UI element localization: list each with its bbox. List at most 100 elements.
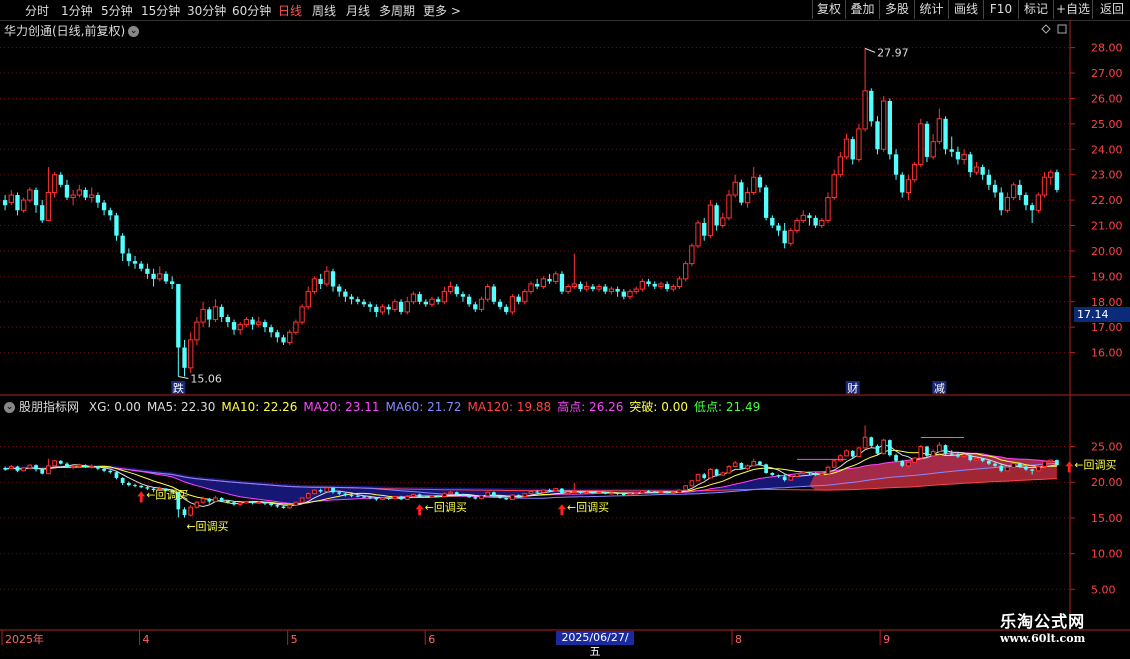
indicator-candle-body	[887, 440, 892, 456]
price-candle-body	[603, 286, 608, 292]
indicator-candle-body	[596, 491, 602, 494]
price-candle-body	[324, 270, 330, 285]
price-candle-body	[744, 191, 751, 204]
price-candle-body	[887, 100, 893, 155]
price-candle-body	[169, 281, 175, 284]
indicator-candle-body	[831, 460, 837, 468]
price-candle-body	[33, 189, 39, 206]
price-candle-body	[739, 182, 744, 203]
price-tick-label: 19.00	[1091, 270, 1123, 283]
indicator-candle-body	[27, 464, 33, 469]
indicator-candle-body	[1042, 461, 1047, 468]
indicator-candle-body	[70, 466, 76, 469]
price-candle-body	[986, 174, 992, 185]
indicator-candle-body	[627, 493, 633, 496]
current-price-label: 17.14	[1074, 307, 1130, 322]
indicator-candle-body	[337, 492, 342, 494]
indicator-candle-body	[986, 460, 991, 464]
indicator-candle-body	[89, 466, 95, 469]
event-jian-label: 减	[934, 382, 945, 395]
indicator-candle-body	[838, 455, 843, 462]
indicator-candle-body	[207, 498, 212, 502]
indicator-candle-body	[461, 494, 465, 496]
indicator-candle-body	[188, 506, 194, 516]
price-candle-body	[968, 154, 973, 173]
indicator-candle-body	[194, 501, 200, 508]
indicator-candle-body	[102, 468, 106, 471]
price-candle-body	[633, 288, 639, 293]
price-candle-body	[1004, 197, 1011, 211]
price-candle-body	[8, 194, 14, 204]
indicator-candle-body	[1011, 463, 1016, 468]
price-tick-label: 28.00	[1091, 42, 1123, 55]
price-candle-body	[51, 174, 58, 193]
price-candle-body	[200, 308, 206, 323]
indicator-candle-body	[677, 489, 682, 493]
price-candle-body	[837, 156, 844, 176]
price-candle-body	[825, 197, 831, 221]
date-tick-label: 4	[143, 633, 150, 646]
price-candle-body	[83, 189, 88, 198]
indicator-candle-body	[547, 490, 552, 492]
diamond-icon	[1041, 24, 1051, 34]
indicator-candle-body	[819, 473, 825, 476]
indicator-candle-body	[225, 500, 230, 503]
price-candle-body	[355, 299, 360, 302]
price-candle-body	[949, 149, 954, 152]
indicator-candle-body	[442, 493, 447, 498]
price-candle-body	[404, 301, 410, 313]
price-candle-body	[101, 202, 107, 211]
indicator-candle-body	[1048, 459, 1054, 463]
indicator-tick-label: 15.00	[1091, 512, 1123, 525]
kline-chart[interactable]: 28.00 27.00 26.00 25.00 24.00 23.00 22.00 21.00…	[0, 0, 1130, 650]
indicator-tick-label: 10.00	[1091, 548, 1123, 561]
indicator-candle-body	[943, 445, 948, 454]
indicator-candle-body	[349, 495, 354, 497]
price-candle-body	[776, 225, 781, 231]
indicator-candle-body	[83, 465, 88, 468]
price-candle-body	[1054, 172, 1060, 190]
price-candle-body	[194, 321, 200, 341]
indicator-candle-body	[58, 460, 63, 464]
indicator-candle-body	[485, 491, 491, 497]
price-candle-body	[318, 278, 323, 284]
price-candle-body	[145, 268, 150, 274]
buy-signal-label: ←回调买	[146, 488, 188, 501]
indicator-candle-body	[813, 472, 818, 476]
price-candle-body	[293, 321, 299, 333]
price-candle-body	[268, 327, 274, 333]
price-candle-body	[287, 331, 293, 343]
indicator-candle-body	[1005, 466, 1010, 472]
indicator-candle-body	[535, 491, 540, 493]
buy-arrow-icon	[1065, 461, 1074, 473]
indicator-candle-body	[65, 463, 69, 468]
price-candle-body	[243, 319, 250, 326]
price-candle-body	[504, 306, 509, 312]
buy-arrow-icon	[557, 504, 566, 516]
indicator-candle-body	[417, 494, 422, 497]
low-price-label: 15.06	[190, 372, 222, 385]
price-candle-body	[441, 291, 448, 303]
price-candle-body	[788, 230, 794, 244]
price-candle-body	[757, 177, 763, 188]
indicator-candle-body	[918, 446, 924, 459]
indicator-candle-body	[999, 465, 1004, 471]
price-tick-label: 26.00	[1091, 92, 1123, 105]
price-candle-body	[516, 296, 521, 302]
indicator-candle-body	[603, 492, 608, 494]
indicator-candle-body	[930, 451, 936, 457]
price-candle-body	[126, 253, 132, 262]
price-candle-body	[256, 321, 262, 326]
price-candle-body	[999, 192, 1004, 211]
indicator-candle-body	[993, 463, 997, 466]
indicator-candle-body	[182, 509, 187, 516]
price-candle-body	[281, 337, 286, 343]
indicator-candle-body	[34, 465, 38, 470]
indicator-candle-body	[670, 491, 676, 494]
indicator-candle-body	[324, 487, 330, 493]
event-die-label: 跌	[173, 381, 184, 395]
indicator-candle-body	[665, 491, 669, 493]
price-candle-body	[763, 187, 769, 218]
price-candle-body	[374, 306, 379, 312]
indicator-candle-body	[15, 466, 20, 471]
